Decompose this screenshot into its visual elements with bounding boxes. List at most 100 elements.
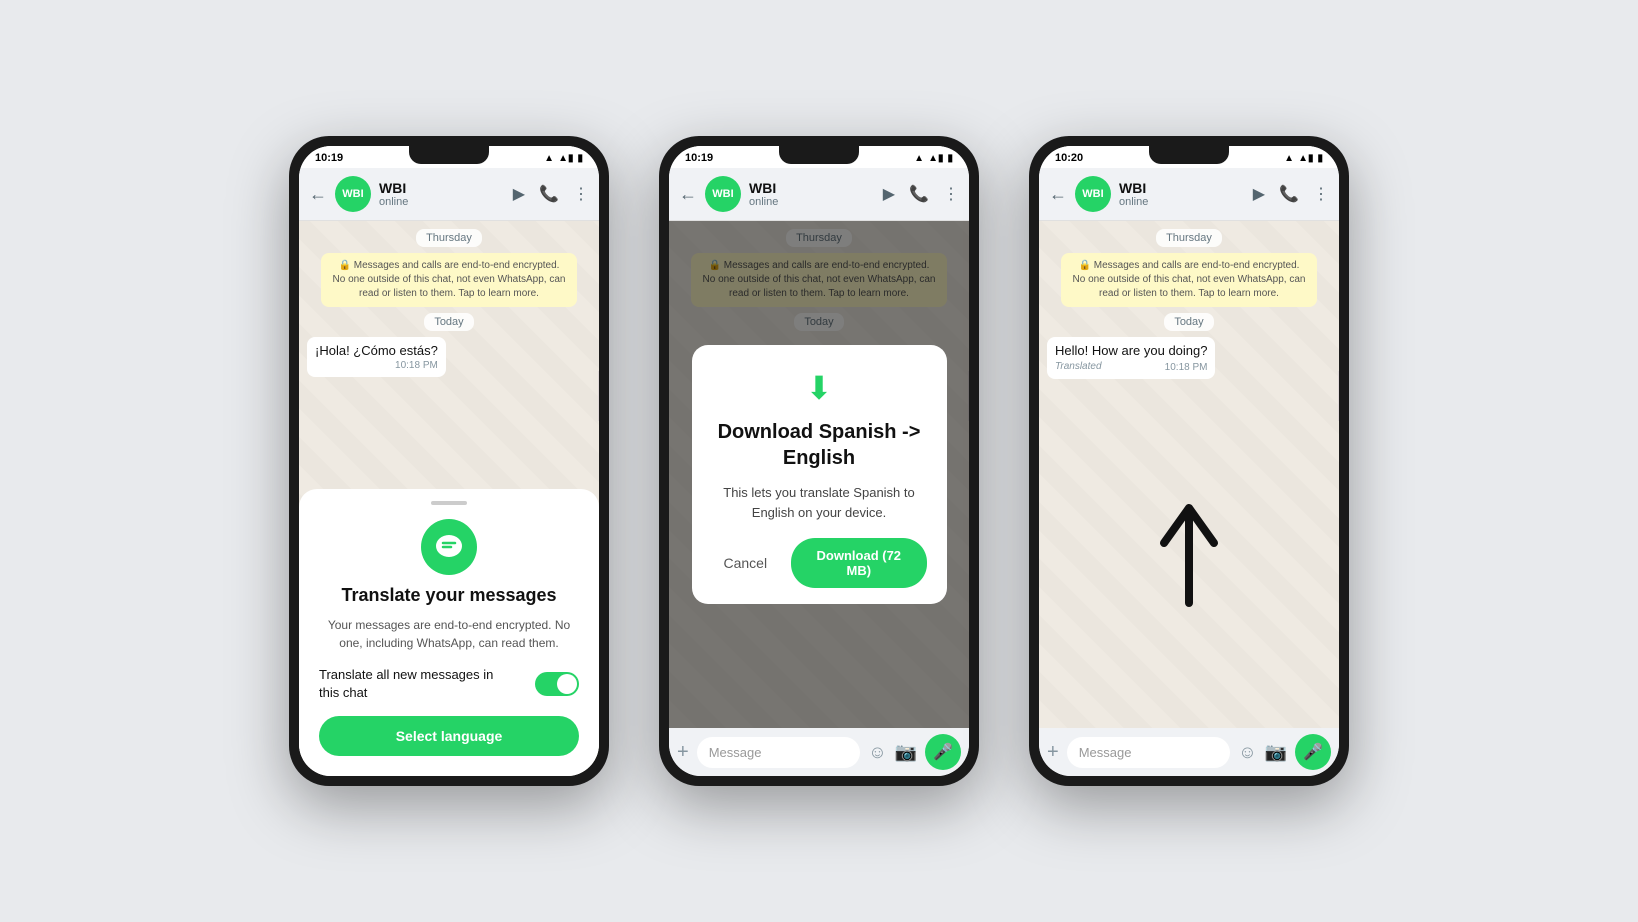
phone-2-input-field[interactable]: Message (697, 737, 861, 768)
phone-1-sheet-title: Translate your messages (341, 585, 556, 606)
phone-2-dialog-overlay: ⬇ Download Spanish -> English This lets … (669, 221, 969, 728)
phone-1: 10:19 ▲ ▲▮ ▮ ← WBI WBI online ▶ (289, 136, 609, 786)
phone-3-chat-body: Thursday 🔒 Messages and calls are end-to… (1039, 221, 1339, 728)
phone-3-inner: 10:20 ▲ ▲▮ ▮ ← WBI WBI online ▶ (1039, 146, 1339, 776)
phone-3: 10:20 ▲ ▲▮ ▮ ← WBI WBI online ▶ (1029, 136, 1349, 786)
phone-3-contact-name: WBI (1119, 180, 1245, 196)
phone-1-sheet-icon (421, 519, 477, 575)
phone-3-side-btn (1338, 371, 1339, 421)
phone-3-battery-icon: ▮ (1317, 153, 1323, 164)
phone-2-wifi-icon: ▲ (914, 153, 924, 164)
phone-3-notch (1149, 146, 1229, 164)
phone-3-system-msg: 🔒 Messages and calls are end-to-end encr… (1061, 253, 1317, 307)
phone-2-camera-icon[interactable]: 📷 (895, 742, 917, 763)
main-scene: 10:19 ▲ ▲▮ ▮ ← WBI WBI online ▶ (249, 96, 1389, 826)
phone-3-back-btn[interactable]: ← (1049, 184, 1067, 205)
phone-2-video-icon[interactable]: ▶ (883, 184, 895, 204)
phone-1-chat-info: WBI online (379, 180, 505, 208)
phone-2-input-bar: + Message ☺ 📷 🎤 (669, 728, 969, 776)
phone-3-emoji-icon[interactable]: ☺ (1238, 742, 1256, 763)
phone-1-notch (409, 146, 489, 164)
phone-2-contact-status: online (749, 196, 875, 208)
phone-3-time: 10:20 (1055, 152, 1083, 164)
phone-1-avatar: WBI (335, 176, 371, 212)
phone-1-system-msg: 🔒 Messages and calls are end-to-end encr… (321, 253, 577, 307)
phone-2-emoji-icon[interactable]: ☺ (868, 742, 886, 763)
phone-2-inner: 10:19 ▲ ▲▮ ▮ ← WBI WBI online ▶ (669, 146, 969, 776)
phone-2-time: 10:19 (685, 152, 713, 164)
phone-1-toggle-row: Translate all new messages in this chat (319, 662, 579, 706)
phone-2-notch (779, 146, 859, 164)
phone-2-status-icons: ▲ ▲▮ ▮ (914, 153, 953, 164)
phone-3-input-field[interactable]: Message (1067, 737, 1231, 768)
phone-2-signal-icon: ▲▮ (928, 153, 943, 164)
phone-2-message-placeholder: Message (709, 745, 762, 760)
phone-3-chat-info: WBI online (1119, 180, 1245, 208)
phone-1-contact-status: online (379, 196, 505, 208)
phone-3-contact-status: online (1119, 196, 1245, 208)
phone-2-battery-icon: ▮ (947, 153, 953, 164)
phone-3-arrow-container (1047, 385, 1331, 720)
phone-1-chat-header: ← WBI WBI online ▶ 📞 ⋮ (299, 168, 599, 221)
phone-3-plus-icon[interactable]: + (1047, 741, 1059, 764)
phone-1-time: 10:19 (315, 152, 343, 164)
phone-3-camera-icon[interactable]: 📷 (1265, 742, 1287, 763)
phone-3-date-thursday: Thursday (1156, 229, 1222, 247)
phone-1-msg-time: 10:18 PM (315, 360, 438, 371)
phone-1-side-btn (598, 371, 599, 421)
phone-2-phone-icon[interactable]: 📞 (909, 184, 929, 204)
phone-2-dialog-buttons: Cancel Download (72 MB) (712, 538, 927, 588)
phone-2-contact-name: WBI (749, 180, 875, 196)
phone-3-translated-label: Translated (1055, 361, 1102, 372)
phone-3-msg-time: 10:18 PM (1165, 362, 1208, 373)
phone-1-date-thursday: Thursday (416, 229, 482, 247)
phone-3-message: Hello! How are you doing? Translated 10:… (1047, 337, 1215, 379)
phone-3-phone-icon[interactable]: 📞 (1279, 184, 1299, 204)
phone-1-back-btn[interactable]: ← (309, 184, 327, 205)
phone-3-avatar: WBI (1075, 176, 1111, 212)
phone-2-back-btn[interactable]: ← (679, 184, 697, 205)
phone-1-message: ¡Hola! ¿Cómo estás? 10:18 PM (307, 337, 446, 377)
phone-1-inner: 10:19 ▲ ▲▮ ▮ ← WBI WBI online ▶ (299, 146, 599, 776)
signal-icon: ▲▮ (558, 153, 573, 164)
phone-1-bottom-sheet: Translate your messages Your messages ar… (299, 489, 599, 776)
phone-3-chat-header: ← WBI WBI online ▶ 📞 ⋮ (1039, 168, 1339, 221)
phone-3-input-bar: + Message ☺ 📷 🎤 (1039, 728, 1339, 776)
phone-icon[interactable]: 📞 (539, 184, 559, 204)
phone-2-chat-header: ← WBI WBI online ▶ 📞 ⋮ (669, 168, 969, 221)
phone-2-cancel-btn[interactable]: Cancel (712, 538, 780, 588)
arrow-up-icon (1149, 493, 1229, 613)
battery-icon: ▮ (577, 153, 583, 164)
phone-3-video-icon[interactable]: ▶ (1253, 184, 1265, 204)
phone-2-dialog-title: Download Spanish -> English (712, 419, 927, 471)
phone-2-dialog-box: ⬇ Download Spanish -> English This lets … (692, 345, 947, 604)
phone-1-sheet-desc: Your messages are end-to-end encrypted. … (319, 616, 579, 652)
phone-3-mic-btn[interactable]: 🎤 (1295, 734, 1331, 770)
phone-1-toggle-switch[interactable] (535, 672, 579, 696)
phone-1-select-lang-btn[interactable]: Select language (319, 716, 579, 756)
phone-1-header-icons: ▶ 📞 ⋮ (513, 184, 589, 204)
phone-2-download-icon: ⬇ (806, 369, 833, 407)
phone-3-date-today: Today (1164, 313, 1213, 331)
phone-2: 10:19 ▲ ▲▮ ▮ ← WBI WBI online ▶ (659, 136, 979, 786)
phone-2-mic-btn[interactable]: 🎤 (925, 734, 961, 770)
phone-1-status-icons: ▲ ▲▮ ▮ (544, 153, 583, 164)
more-icon[interactable]: ⋮ (573, 184, 589, 204)
phone-2-plus-icon[interactable]: + (677, 741, 689, 764)
phone-1-sheet-handle (431, 501, 467, 505)
phone-3-wifi-icon: ▲ (1284, 153, 1294, 164)
phone-3-more-icon[interactable]: ⋮ (1313, 184, 1329, 204)
phone-2-avatar: WBI (705, 176, 741, 212)
phone-1-date-today: Today (424, 313, 473, 331)
phone-3-header-icons: ▶ 📞 ⋮ (1253, 184, 1329, 204)
phone-2-header-icons: ▶ 📞 ⋮ (883, 184, 959, 204)
phone-1-contact-name: WBI (379, 180, 505, 196)
phone-2-download-btn[interactable]: Download (72 MB) (791, 538, 926, 588)
phone-3-signal-icon: ▲▮ (1298, 153, 1313, 164)
video-icon[interactable]: ▶ (513, 184, 525, 204)
phone-1-toggle-label: Translate all new messages in this chat (319, 666, 501, 702)
phone-2-chat-info: WBI online (749, 180, 875, 208)
phone-3-status-icons: ▲ ▲▮ ▮ (1284, 153, 1323, 164)
phone-2-dialog-desc: This lets you translate Spanish to Engli… (712, 483, 927, 522)
phone-2-more-icon[interactable]: ⋮ (943, 184, 959, 204)
